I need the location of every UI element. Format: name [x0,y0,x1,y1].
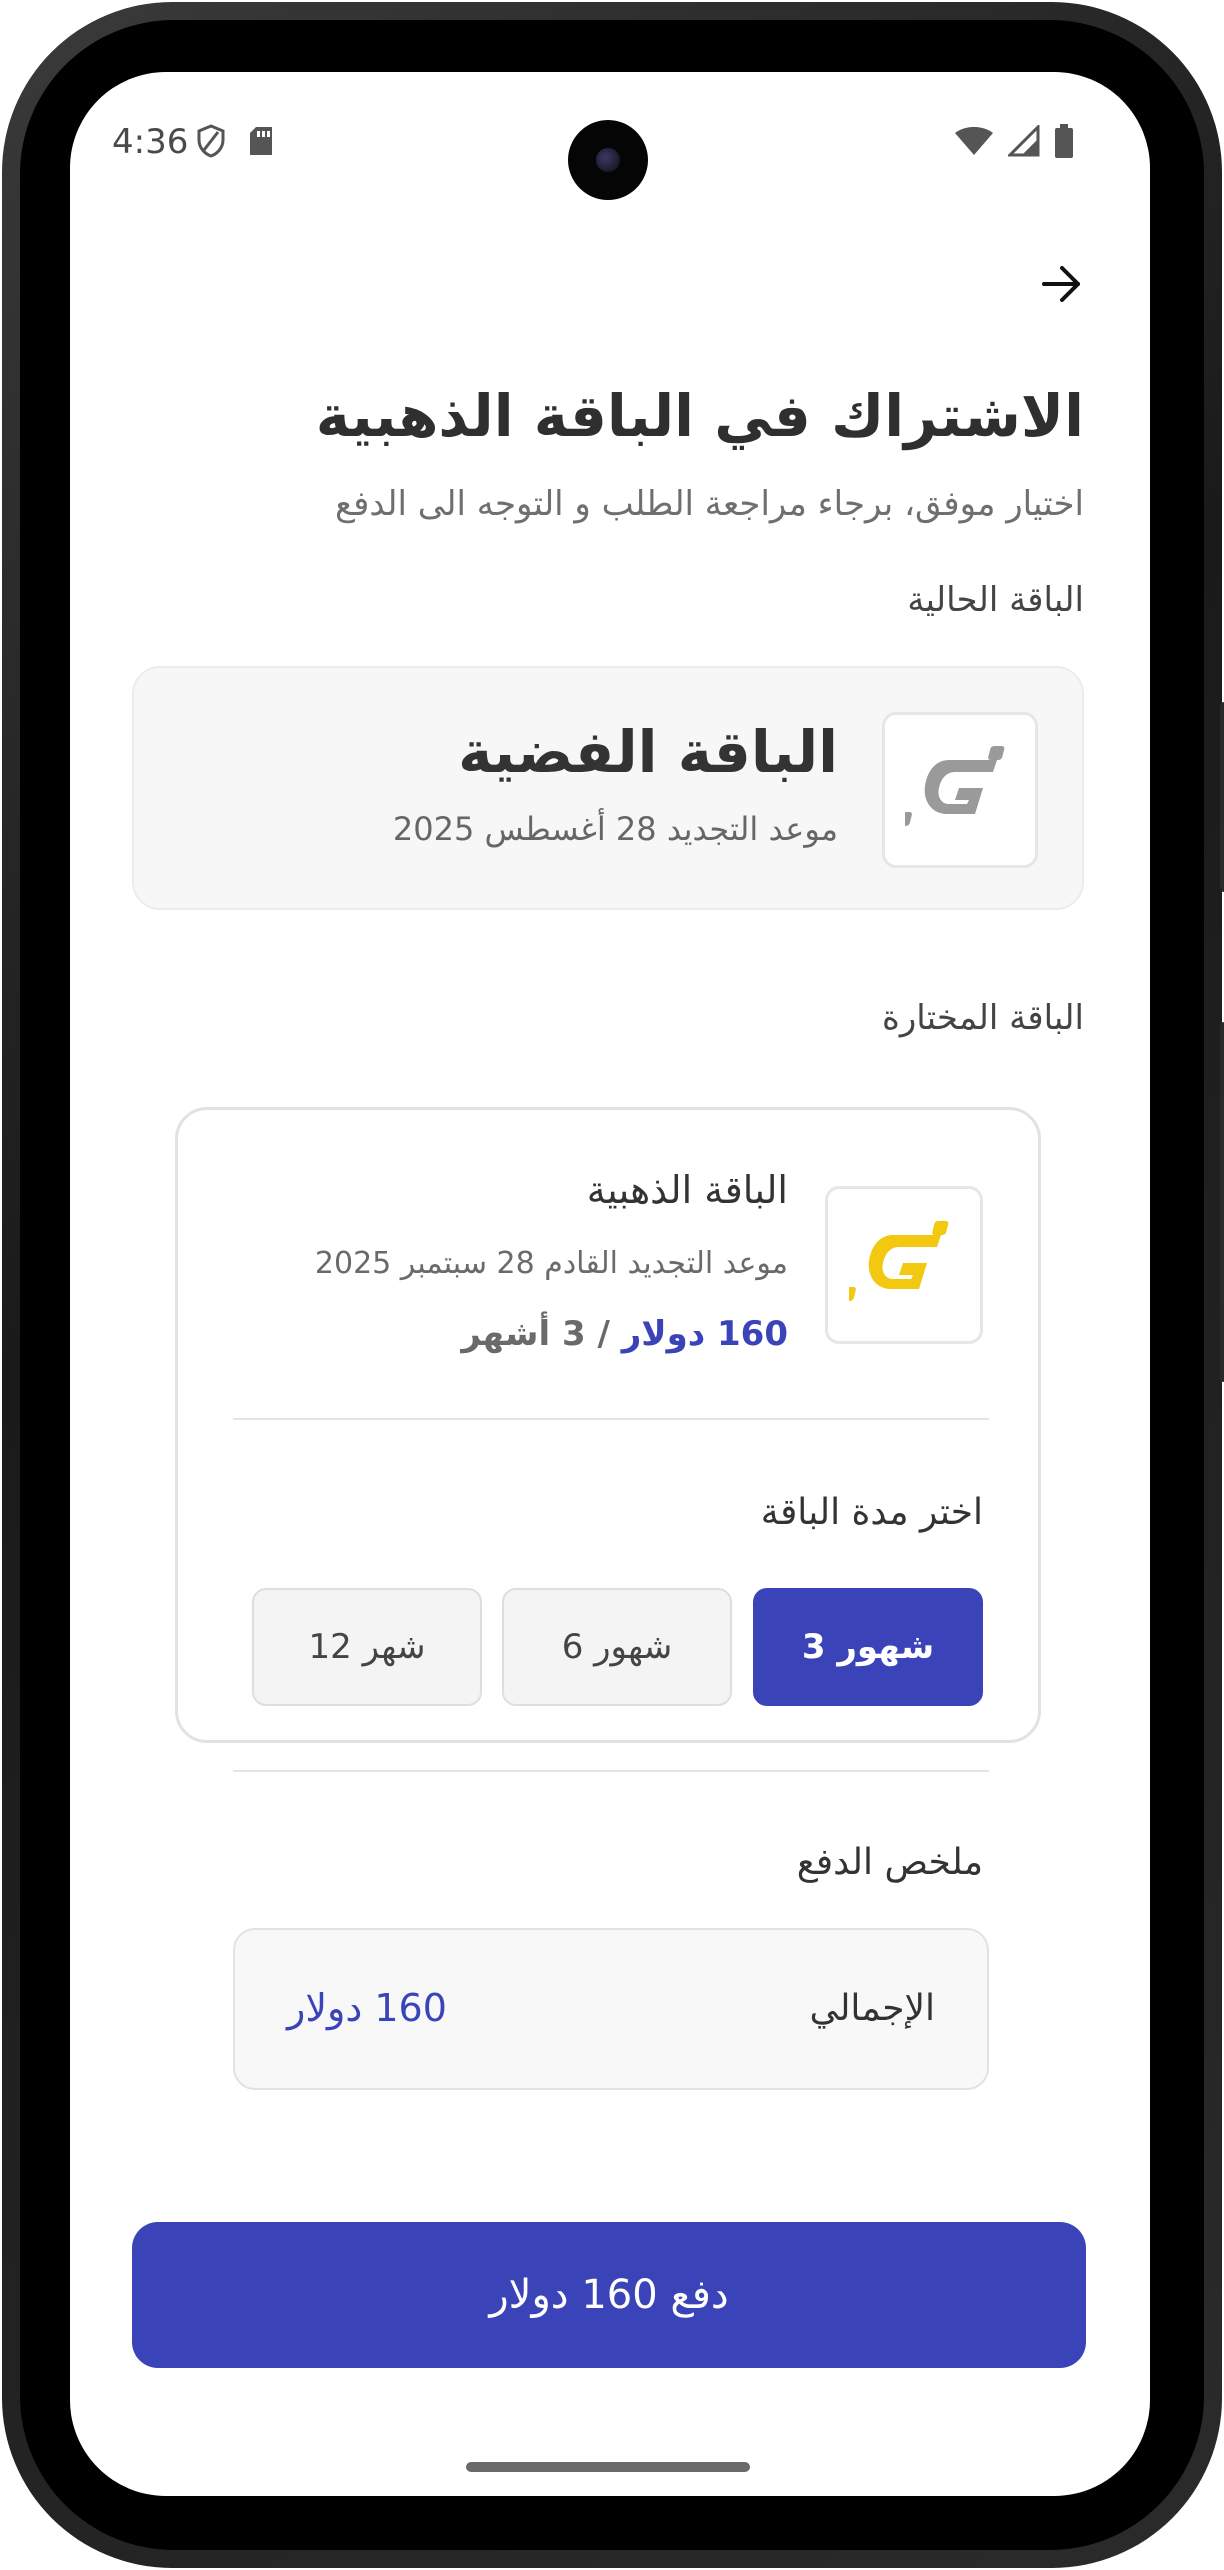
divider [233,1770,989,1772]
duration-label: اختر مدة الباقة [760,1492,983,1533]
arrow-right-icon [1040,264,1084,308]
price-amount: 160 دولار [621,1314,788,1354]
current-plan-label: الباقة الحالية [907,580,1084,620]
total-value: 160 دولار [287,1986,447,2030]
silver-g-logo-icon [895,738,1015,842]
selected-plan-price: 160 دولار / 3 أشهر [461,1314,788,1354]
status-left-icons [196,124,274,162]
home-indicator[interactable] [466,2462,750,2472]
app-screen: 4:36 الاشتراك في الباقة الذهبية اختيار م… [70,72,1150,2496]
price-period: / 3 أشهر [461,1314,622,1354]
status-time: 4:36 [112,122,189,162]
duration-option-12-months[interactable]: 12 شهر [252,1588,482,1706]
volume-button [1220,1022,1224,1382]
page-title: الاشتراك في الباقة الذهبية [315,382,1084,450]
pay-button-label: دفع 160 دولار [489,2272,729,2318]
current-plan-renewal: موعد التجديد 28 أغسطس 2025 [392,810,838,848]
selected-plan-renewal: موعد التجديد القادم 28 سبتمبر 2025 [314,1246,788,1281]
current-plan-name: الباقة الفضية [458,718,838,786]
divider [233,1418,989,1420]
front-camera [568,120,648,200]
battery-icon [1054,124,1074,162]
total-label: الإجمالي [809,1988,935,2029]
signal-icon [1006,123,1040,161]
power-button [1220,702,1224,892]
selected-plan-label: الباقة المختارة [882,998,1084,1038]
payment-summary-label: ملخص الدفع [796,1842,983,1883]
wifi-icon [954,125,994,161]
payment-summary-box: الإجمالي 160 دولار [233,1928,989,2090]
gold-g-logo-icon [839,1213,959,1317]
page-subtitle: اختيار موفق، برجاء مراجعة الطلب و التوجه… [334,484,1084,524]
current-plan-logo [882,712,1038,868]
status-right-icons [954,123,1074,162]
selected-plan-card: الباقة الذهبية موعد التجديد القادم 28 سب… [175,1107,1041,2090]
duration-option-3-months[interactable]: 3 شهور [753,1588,983,1706]
selected-plan-name: الباقة الذهبية [586,1168,788,1212]
selected-plan-logo [825,1186,983,1344]
pay-button[interactable]: دفع 160 دولار [132,2222,1086,2368]
duration-option-6-months[interactable]: 6 شهور [502,1588,732,1706]
sd-card-icon [248,125,274,161]
current-plan-card: الباقة الفضية موعد التجديد 28 أغسطس 2025 [132,666,1084,910]
shield-icon [196,124,226,162]
back-button[interactable] [1034,258,1090,314]
